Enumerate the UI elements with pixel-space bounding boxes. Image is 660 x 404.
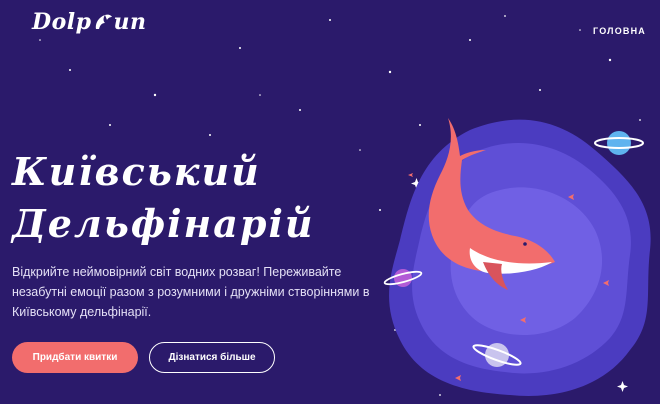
title-line-1: Київський — [12, 149, 261, 194]
learn-more-button[interactable]: Дізнатися більше — [149, 342, 275, 373]
hero-description: Відкрийте неймовірний світ водних розваг… — [12, 265, 370, 319]
logo-text-right: un — [113, 9, 147, 35]
dolphin-icon — [95, 14, 112, 29]
buy-tickets-button[interactable]: Придбати квитки — [12, 342, 138, 373]
logo[interactable]: Dolp un — [32, 9, 147, 35]
title-line-2: Дельфінарій — [12, 201, 315, 246]
page-title: Київський Дельфінарій — [12, 146, 315, 250]
logo-text-left: Dolp — [32, 9, 92, 35]
nav-home-link[interactable]: ГОЛОВНА — [593, 26, 646, 36]
planet-icon-top — [594, 131, 644, 155]
